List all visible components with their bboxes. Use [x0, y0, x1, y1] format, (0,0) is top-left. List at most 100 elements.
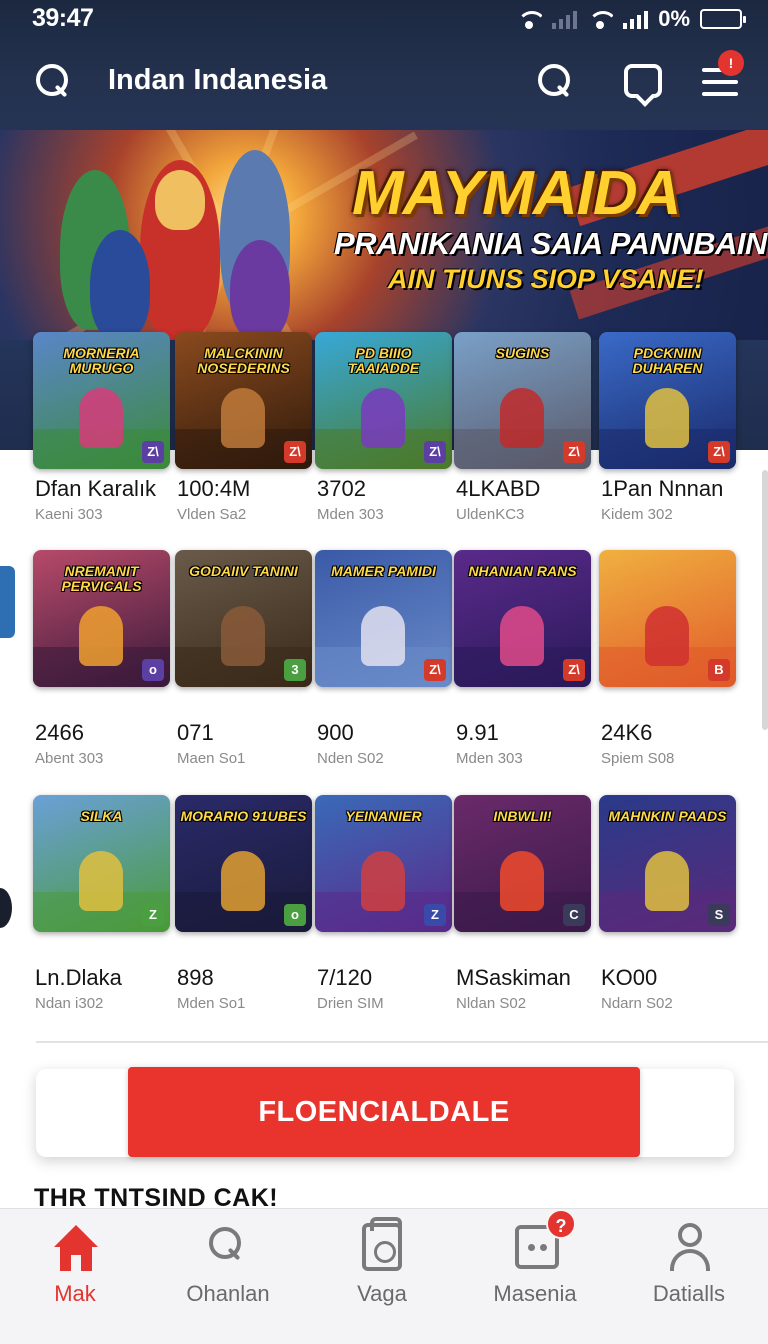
nav-item-messages[interactable]: ? Masenia: [460, 1209, 610, 1344]
game-subtitle: Kaeni 303: [35, 506, 103, 523]
tile-title: MORARIO 91UBES: [180, 808, 307, 824]
signal-icon: [623, 9, 649, 29]
tile-badge: Z\: [563, 441, 585, 463]
tile-title: SILKA: [80, 808, 123, 824]
tile-badge: Z\: [563, 659, 585, 681]
game-subtitle: Mden So1: [177, 995, 246, 1012]
game-name[interactable]: 9.91: [456, 720, 499, 746]
game-tile[interactable]: MORNERIA MURUGO Z\: [33, 332, 170, 469]
chat-icon[interactable]: [624, 64, 662, 98]
game-subtitle: Drien SIM: [317, 995, 384, 1012]
game-tile[interactable]: MORARIO 91UBES o: [175, 795, 312, 932]
search-icon[interactable]: [36, 64, 70, 98]
tile-character: [79, 606, 123, 666]
game-subtitle: Ndarn S02: [601, 995, 673, 1012]
game-name[interactable]: MSaskiman: [456, 965, 571, 991]
tile-title: MORNERIA MURUGO: [63, 345, 140, 376]
game-name[interactable]: 2466: [35, 720, 84, 746]
wifi-icon: [587, 9, 614, 29]
game-tile[interactable]: SUGINS Z\: [454, 332, 591, 469]
game-subtitle: Ndan i302: [35, 995, 104, 1012]
tile-character: [221, 851, 265, 911]
game-subtitle: Mden 303: [456, 750, 523, 767]
game-name[interactable]: 7/120: [317, 965, 372, 991]
game-name[interactable]: 900: [317, 720, 354, 746]
game-tile[interactable]: PD BIIIO TAAIADDE Z\: [315, 332, 452, 469]
nav-item-profile[interactable]: Datialls: [614, 1209, 764, 1344]
home-icon: [52, 1225, 100, 1273]
game-name[interactable]: 100:4M: [177, 476, 250, 502]
cta-button[interactable]: FLOENCIALDALE: [128, 1067, 640, 1157]
tile-character: [79, 851, 123, 911]
game-name[interactable]: 898: [177, 965, 214, 991]
game-tile[interactable]: MALCKININ NOSEDERINS Z\: [175, 332, 312, 469]
nav-item-bag[interactable]: Vaga: [307, 1209, 457, 1344]
battery-icon: [700, 9, 746, 29]
tile-badge: Z\: [424, 659, 446, 681]
game-subtitle: Mden 303: [317, 506, 384, 523]
game-tile[interactable]: SILKA Z: [33, 795, 170, 932]
side-tab[interactable]: [0, 566, 15, 638]
game-subtitle: Kidem 302: [601, 506, 673, 523]
game-name[interactable]: 071: [177, 720, 214, 746]
side-handle[interactable]: [0, 888, 12, 928]
search-icon[interactable]: [538, 64, 572, 98]
game-name[interactable]: 3702: [317, 476, 366, 502]
tile-badge: o: [284, 904, 306, 926]
signal-icon: [552, 9, 578, 29]
game-subtitle: Nden S02: [317, 750, 384, 767]
tile-badge: Z: [142, 904, 164, 926]
tile-badge: Z\: [284, 441, 306, 463]
promo-banner[interactable]: MAYMAIDA PRANIKANIA SAIA PANNBAIN AIN TI…: [0, 130, 768, 340]
hero-figure: [155, 170, 205, 230]
bottom-nav: Mak Ohanlan Vaga ? Masenia Datialls: [0, 1208, 768, 1344]
game-subtitle: Maen So1: [177, 750, 246, 767]
tile-character: [500, 606, 544, 666]
game-name[interactable]: Dfan Karalık: [35, 476, 156, 502]
status-icons: 0%: [516, 6, 746, 32]
game-name[interactable]: 1Pan Nnnan: [601, 476, 723, 502]
tile-character: [221, 606, 265, 666]
tile-character: [361, 388, 405, 448]
tile-character: [645, 851, 689, 911]
nav-item-home[interactable]: Mak: [0, 1209, 150, 1344]
game-tile[interactable]: NREMANIT PERVICALS o: [33, 550, 170, 687]
game-tile[interactable]: MAHNKIN PAADS S: [599, 795, 736, 932]
game-tile[interactable]: YEINANIER Z: [315, 795, 452, 932]
bag-icon: [362, 1217, 402, 1271]
game-tile[interactable]: NHANIAN RANS Z\: [454, 550, 591, 687]
app-title: Indan Indanesia: [108, 64, 328, 96]
game-tile[interactable]: INBWLII! C: [454, 795, 591, 932]
tile-title: YEINANIER: [345, 808, 422, 824]
notification-badge: !: [718, 50, 744, 76]
tile-character: [500, 388, 544, 448]
tile-character: [221, 388, 265, 448]
tile-badge: Z\: [708, 441, 730, 463]
scrollbar[interactable]: [762, 470, 768, 730]
game-name[interactable]: 24K6: [601, 720, 652, 746]
nav-item-search[interactable]: Ohanlan: [153, 1209, 303, 1344]
tile-badge: B: [708, 659, 730, 681]
game-tile[interactable]: MAMER PAMIDI Z\: [315, 550, 452, 687]
tile-character: [361, 851, 405, 911]
game-tile[interactable]: B: [599, 550, 736, 687]
nav-label: Mak: [54, 1281, 96, 1306]
game-subtitle: Spiem S08: [601, 750, 675, 767]
banner-title: MAYMAIDA: [352, 159, 681, 228]
game-name[interactable]: Ln.Dlaka: [35, 965, 122, 991]
tile-badge: Z: [424, 904, 446, 926]
game-name[interactable]: 4LKABD: [456, 476, 540, 502]
tile-title: GODAIIV TANINI: [189, 563, 298, 579]
game-tile[interactable]: GODAIIV TANINI 3: [175, 550, 312, 687]
hero-figure: [90, 230, 150, 340]
game-tile[interactable]: PDCKNIIN DUHAREN Z\: [599, 332, 736, 469]
tile-title: SUGINS: [495, 345, 550, 361]
tile-character: [361, 606, 405, 666]
tile-title: INBWLII!: [493, 808, 552, 824]
search-icon: [209, 1227, 251, 1269]
game-subtitle: Vlden Sa2: [177, 506, 247, 523]
nav-label: Datialls: [652, 1281, 726, 1306]
app-bar: Indan Indanesia !: [0, 48, 768, 118]
game-name[interactable]: KO00: [601, 965, 657, 991]
game-subtitle: UldenKC3: [456, 506, 525, 523]
